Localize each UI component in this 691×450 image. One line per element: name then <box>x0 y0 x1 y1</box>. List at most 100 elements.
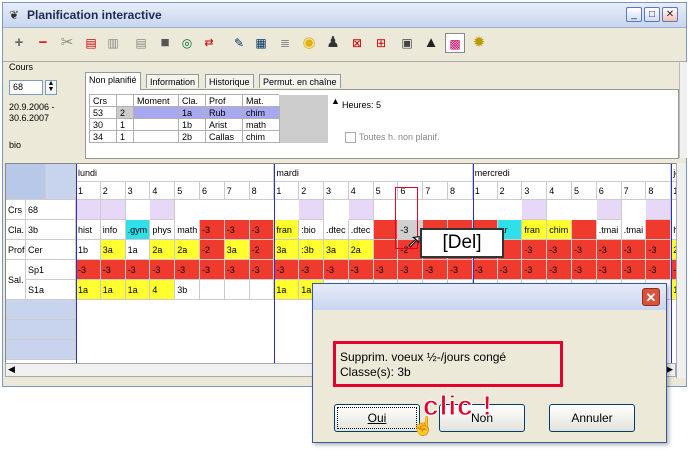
sp1-cell[interactable]: -3 <box>200 260 225 280</box>
cla-cell[interactable]: -3 <box>249 220 275 240</box>
sp1-cell[interactable]: -3 <box>348 260 374 280</box>
sp1-cell[interactable]: -3 <box>150 260 176 280</box>
cla-cell[interactable]: .dtec <box>348 220 374 240</box>
swap-arrows-icon[interactable]: ⇄ <box>199 33 219 53</box>
cla-cell[interactable] <box>572 220 597 240</box>
sp1-cell[interactable]: -3 <box>596 260 622 280</box>
cla-cell[interactable]: .tmai <box>621 220 647 240</box>
tab-historique[interactable]: Historique <box>205 74 254 88</box>
prof-cell[interactable]: 3a <box>274 240 300 260</box>
minimize-button[interactable]: _ <box>626 7 642 22</box>
split-icon[interactable]: ▥ <box>103 33 123 53</box>
scroll-up-icon[interactable]: ▲ <box>331 96 340 106</box>
prof-cell[interactable]: -2 <box>200 240 225 260</box>
prof-cell[interactable]: 3a <box>100 240 126 260</box>
toutes-checkbox[interactable]: Toutes h. non planif. <box>345 132 440 144</box>
settings-icon[interactable]: ✹ <box>469 33 489 53</box>
cla-cell[interactable]: phys <box>150 220 176 240</box>
teacher-icon[interactable]: ♟ <box>323 33 343 53</box>
prof-cell[interactable]: 2a <box>150 240 176 260</box>
sp1-cell[interactable]: -3 <box>324 260 349 280</box>
cours-input[interactable]: 68 <box>9 80 43 95</box>
plus-icon[interactable]: + <box>9 33 29 53</box>
cross-table2-icon[interactable]: ⊞ <box>371 33 391 53</box>
s1a-cell[interactable]: 4 <box>150 280 176 300</box>
sp1-cell[interactable]: -3 <box>472 260 498 280</box>
cla-cell[interactable]: .gym <box>125 220 151 240</box>
sp1-cell[interactable]: -3 <box>175 260 200 280</box>
s1a-cell[interactable]: 3b <box>175 280 200 300</box>
sp1-cell[interactable]: -3 <box>448 260 473 280</box>
sp1-cell[interactable]: -3 <box>224 260 250 280</box>
prof-cell[interactable]: 1a <box>125 240 151 260</box>
align-icon[interactable]: ≣ <box>275 33 295 53</box>
tab-information[interactable]: Information <box>146 74 200 88</box>
cla-cell[interactable]: info <box>100 220 126 240</box>
calculator-icon[interactable]: ▣ <box>397 33 417 53</box>
prof-cell[interactable]: -2 <box>249 240 275 260</box>
prof-cell[interactable]: -3 <box>547 240 572 260</box>
prof-cell[interactable]: :3b <box>299 240 324 260</box>
cla-cell[interactable]: -3 <box>224 220 250 240</box>
clock-icon[interactable]: ◉ <box>299 33 319 53</box>
prof-cell[interactable]: 3a <box>324 240 349 260</box>
s1a-cell[interactable] <box>249 280 275 300</box>
sp1-cell[interactable]: -3 <box>274 260 300 280</box>
scroll-left-icon[interactable]: ◀ <box>8 364 15 375</box>
sp1-cell[interactable]: -3 <box>373 260 399 280</box>
vertical-scrollbar[interactable] <box>676 163 686 378</box>
prof-cell[interactable]: -3 <box>596 240 622 260</box>
crs-cell[interactable] <box>100 200 126 220</box>
s1a-cell[interactable] <box>200 280 225 300</box>
crs-cell[interactable] <box>348 200 374 220</box>
sp1-cell[interactable]: -3 <box>423 260 448 280</box>
s1a-cell[interactable]: 1a <box>274 280 300 300</box>
sp1-cell[interactable]: -3 <box>522 260 548 280</box>
cla-cell[interactable]: -3 <box>200 220 225 240</box>
crs-cell[interactable] <box>596 200 622 220</box>
cla-cell[interactable]: hist <box>76 220 101 240</box>
prof-cell[interactable]: -3 <box>572 240 597 260</box>
oui-button[interactable]: Oui <box>334 404 420 432</box>
prof-cell[interactable]: 1b <box>76 240 101 260</box>
cla-cell[interactable]: fran <box>274 220 300 240</box>
minus-icon[interactable]: − <box>33 33 53 53</box>
sp1-cell[interactable]: -3 <box>547 260 572 280</box>
checkbox-box[interactable] <box>345 132 356 144</box>
prof-cell[interactable]: -3 <box>646 240 672 260</box>
crs-cell[interactable] <box>76 200 101 220</box>
s1a-cell[interactable] <box>224 280 250 300</box>
sp1-cell[interactable]: -3 <box>398 260 424 280</box>
close-button[interactable]: ✕ <box>662 7 678 22</box>
cla-cell[interactable]: .dtec <box>324 220 349 240</box>
cla-cell[interactable]: :bio <box>299 220 324 240</box>
paint-icon[interactable]: ✎ <box>229 33 249 53</box>
grid-icon[interactable]: ▦ <box>251 33 271 53</box>
crs-cell[interactable] <box>646 200 672 220</box>
cross-table-icon[interactable]: ⊠ <box>347 33 367 53</box>
delete-doc-icon[interactable]: ▤ <box>81 33 101 53</box>
cla-cell[interactable]: math <box>175 220 200 240</box>
sp1-cell[interactable]: -3 <box>125 260 151 280</box>
tab-permut[interactable]: Permut. en chaîne <box>259 74 341 88</box>
panel-scrollbar[interactable] <box>679 62 687 158</box>
group-icon[interactable]: ◎ <box>177 33 197 53</box>
lock-icon[interactable]: ■ <box>155 33 175 53</box>
prof-cell[interactable]: 2a <box>175 240 200 260</box>
crs-cell[interactable] <box>150 200 176 220</box>
prof-cell[interactable]: 3a <box>224 240 250 260</box>
sp1-cell[interactable]: -3 <box>621 260 647 280</box>
crs-plus-cell[interactable] <box>299 200 324 220</box>
cla-cell[interactable]: chim <box>547 220 572 240</box>
prof-cell[interactable]: -3 <box>522 240 548 260</box>
dialog-close-button[interactable]: ✕ <box>642 288 660 306</box>
sp1-cell[interactable]: -3 <box>249 260 275 280</box>
tab-non-planifie[interactable]: Non planifié <box>85 72 141 90</box>
s1a-cell[interactable]: 1a <box>125 280 151 300</box>
cla-cell[interactable] <box>646 220 672 240</box>
scroll-right-icon[interactable]: ▶ <box>666 364 673 375</box>
prof-cell[interactable]: -3 <box>621 240 647 260</box>
scissors-icon[interactable]: ✂ <box>57 33 77 53</box>
s1a-cell[interactable]: 1a <box>76 280 101 300</box>
sp1-cell[interactable]: -3 <box>76 260 101 280</box>
